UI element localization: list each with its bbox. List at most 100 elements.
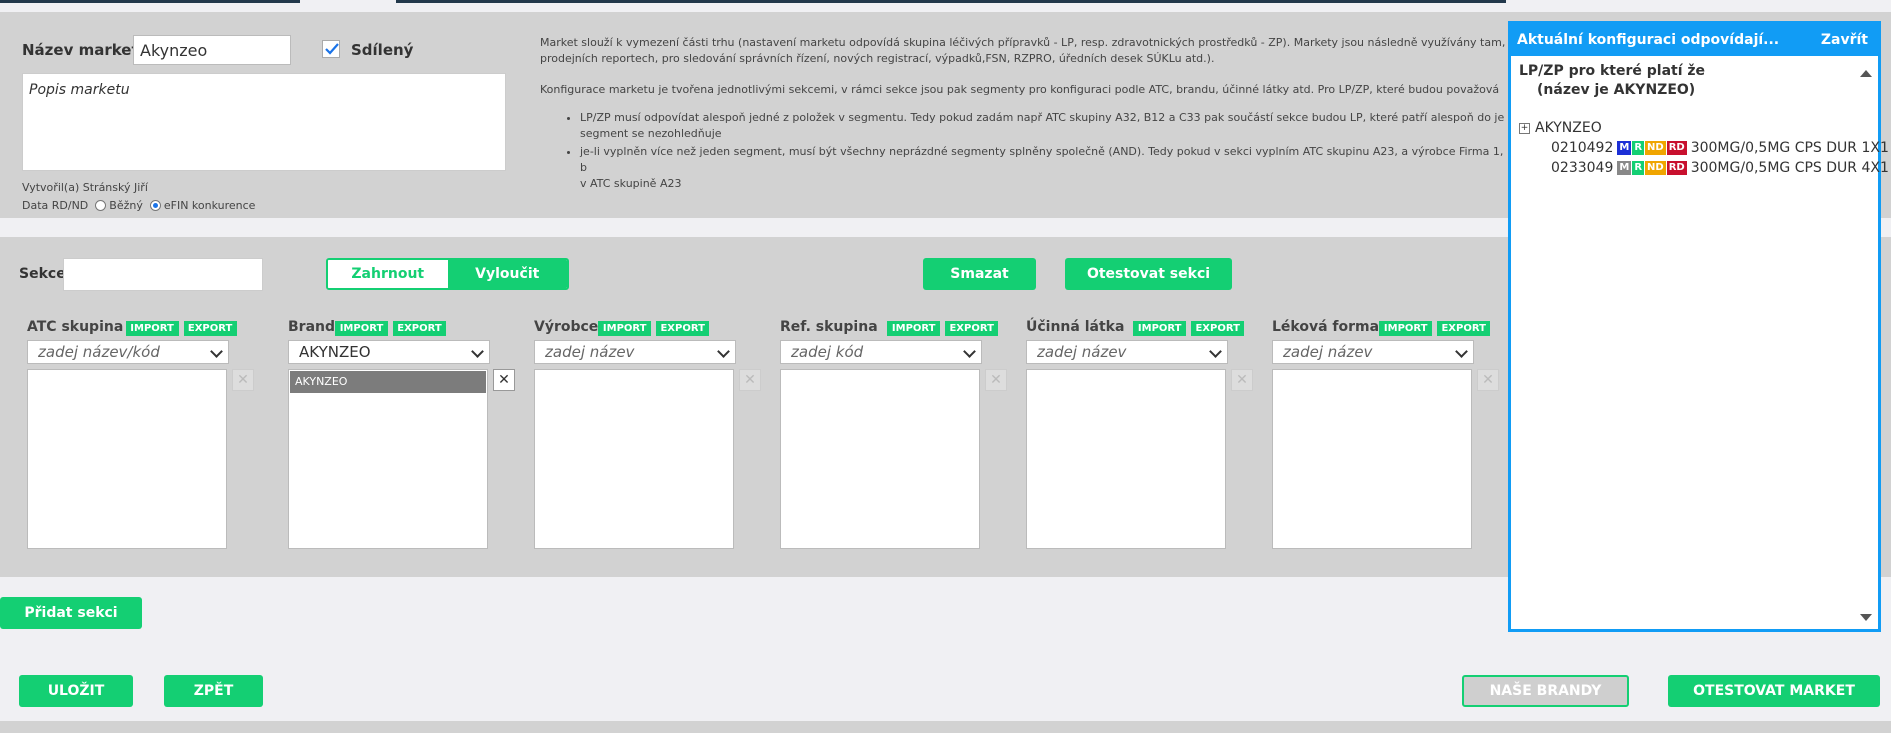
include-option[interactable]: Zahrnout <box>328 260 448 288</box>
import-button[interactable]: IMPORT <box>887 321 941 336</box>
market-name-label: Název marketu <box>22 41 150 59</box>
segment-list-item[interactable]: AKYNZEO <box>290 371 486 393</box>
save-button[interactable]: ULOŽIT <box>19 675 133 707</box>
help-list-item: je-li vyplněn více než jeden segment, mu… <box>580 144 1510 192</box>
panel-close-button[interactable]: Zavřít <box>1821 32 1868 48</box>
tree-node-brand[interactable]: + AKYNZEO <box>1519 120 1870 136</box>
chevron-down-icon <box>210 345 223 358</box>
product-row[interactable]: 0210492 M R ND RD 300MG/0,5MG CPS DUR 1X1 <box>1519 140 1889 156</box>
segment-select-value: zadej název/kód <box>38 343 160 361</box>
product-row[interactable]: 0233049 M R ND RD 300MG/0,5MG CPS DUR 4X1 <box>1519 160 1889 176</box>
export-button[interactable]: EXPORT <box>1191 321 1245 336</box>
clear-icon[interactable]: ✕ <box>739 369 761 391</box>
radio-normal[interactable] <box>95 200 107 211</box>
segment-title: Léková forma <box>1272 319 1380 335</box>
segment-listbox[interactable] <box>27 369 227 549</box>
segment-listbox[interactable] <box>780 369 980 549</box>
market-help-text: Market slouží k vymezení části trhu (nas… <box>540 35 1510 194</box>
panel-subheading: (název je AKYNZEO) <box>1537 82 1696 98</box>
radio-efin-label: eFIN konkurence <box>163 199 256 212</box>
segment-title: ATC skupina <box>27 319 124 335</box>
import-button[interactable]: IMPORT <box>335 321 388 336</box>
segment-select-value: zadej název <box>1037 343 1127 361</box>
section-label: Sekce <box>19 266 66 282</box>
export-button[interactable]: EXPORT <box>945 321 999 336</box>
data-source-label: Data RD/ND <box>22 199 89 212</box>
segment-listbox[interactable] <box>1272 369 1472 549</box>
chevron-down-icon <box>963 345 976 358</box>
segment-select[interactable]: zadej název <box>1026 340 1228 364</box>
our-brands-button[interactable]: NAŠE BRANDY <box>1462 675 1629 707</box>
panel-title: Aktuální konfiguraci odpovídají... <box>1517 32 1780 48</box>
delete-section-button[interactable]: Smazat <box>923 258 1036 290</box>
shared-label: Sdílený <box>351 41 414 59</box>
segment-title: Účinná látka <box>1026 319 1125 335</box>
segment-listbox[interactable] <box>534 369 734 549</box>
matching-products-panel: Aktuální konfiguraci odpovídají... Zavří… <box>1508 21 1889 632</box>
segment-select[interactable]: zadej kód <box>780 340 982 364</box>
status-badge: RD <box>1666 141 1687 155</box>
back-button[interactable]: ZPĚT <box>164 675 263 707</box>
radio-efin[interactable] <box>149 200 161 211</box>
market-description-input[interactable]: Popis marketu <box>22 73 506 171</box>
import-button[interactable]: IMPORT <box>125 321 179 336</box>
clear-icon[interactable]: ✕ <box>493 369 515 391</box>
clear-icon[interactable]: ✕ <box>232 369 254 391</box>
product-list: 0210492 M R ND RD 300MG/0,5MG CPS DUR 1X1 0233… <box>1519 140 1889 176</box>
exclude-option[interactable]: Vyloučit <box>447 260 567 288</box>
help-paragraph-2: Konfigurace marketu je tvořena jednotliv… <box>540 83 1500 96</box>
segment-listbox[interactable]: AKYNZEO <box>288 369 488 549</box>
help-list-item: LP/ZP musí odpovídat alespoň jedné z pol… <box>580 110 1510 142</box>
export-button[interactable]: EXPORT <box>393 321 446 336</box>
import-button[interactable]: IMPORT <box>1133 321 1187 336</box>
tree-node-label: AKYNZEO <box>1535 120 1602 136</box>
test-section-button[interactable]: Otestovat sekci <box>1065 258 1232 290</box>
segment-select-value: zadej název <box>1283 343 1373 361</box>
help-paragraph-1: Market slouží k vymezení části trhu (nas… <box>540 36 1506 49</box>
panel-header: Aktuální konfiguraci odpovídají... Zavří… <box>1511 24 1878 56</box>
section-name-input[interactable] <box>63 258 263 291</box>
clear-icon[interactable]: ✕ <box>1231 369 1253 391</box>
product-code: 0233049 <box>1551 160 1614 176</box>
segment-select[interactable]: zadej název <box>534 340 736 364</box>
import-button[interactable]: IMPORT <box>1379 321 1433 336</box>
segment-listbox[interactable] <box>1026 369 1226 549</box>
product-description: 300MG/0,5MG CPS DUR 1X1 <box>1690 140 1889 156</box>
segment-select[interactable]: zadej název <box>1272 340 1474 364</box>
import-button[interactable]: IMPORT <box>598 321 652 336</box>
scroll-down-arrow[interactable] <box>1860 614 1872 621</box>
segment-select[interactable]: AKYNZEO <box>288 340 490 364</box>
shared-checkbox[interactable] <box>322 40 340 58</box>
tab-underline-right <box>396 0 1506 3</box>
tab-bar <box>0 0 1891 12</box>
export-button[interactable]: EXPORT <box>1437 321 1491 336</box>
created-by-text: Vytvořil(a) Stránský Jiří <box>22 181 148 194</box>
check-icon <box>325 43 339 55</box>
export-button[interactable]: EXPORT <box>183 321 237 336</box>
status-badge: M <box>1617 161 1632 175</box>
chevron-down-icon <box>1455 345 1468 358</box>
clear-icon[interactable]: ✕ <box>985 369 1007 391</box>
status-badge: R <box>1632 161 1645 175</box>
scroll-up-arrow[interactable] <box>1860 70 1872 77</box>
chevron-down-icon <box>717 345 730 358</box>
segment-title: Výrobce <box>534 319 599 335</box>
expand-icon[interactable]: + <box>1519 122 1530 134</box>
include-exclude-toggle: Zahrnout Vyloučit <box>326 258 569 290</box>
add-section-button[interactable]: Přidat sekci <box>0 597 142 629</box>
chevron-down-icon <box>1209 345 1222 358</box>
segment-select-value: zadej název <box>545 343 635 361</box>
panel-heading: LP/ZP pro které platí že <box>1519 63 1706 79</box>
segment-select[interactable]: zadej název/kód <box>27 340 229 364</box>
segment-select-value: zadej kód <box>791 343 864 361</box>
help-list: LP/ZP musí odpovídat alespoň jedné z pol… <box>540 110 1510 192</box>
footer-bar <box>0 721 1891 733</box>
data-source-selector: Data RD/ND Běžný eFIN konkurence <box>22 199 255 212</box>
help-paragraph-1b: prodejních reportech, pro sledování sprá… <box>540 52 1215 65</box>
market-name-input[interactable] <box>133 35 291 65</box>
test-market-button[interactable]: OTESTOVAT MARKET <box>1668 675 1880 707</box>
product-code: 0210492 <box>1551 140 1614 156</box>
export-button[interactable]: EXPORT <box>656 321 710 336</box>
product-description: 300MG/0,5MG CPS DUR 4X1 <box>1690 160 1889 176</box>
clear-icon[interactable]: ✕ <box>1477 369 1499 391</box>
